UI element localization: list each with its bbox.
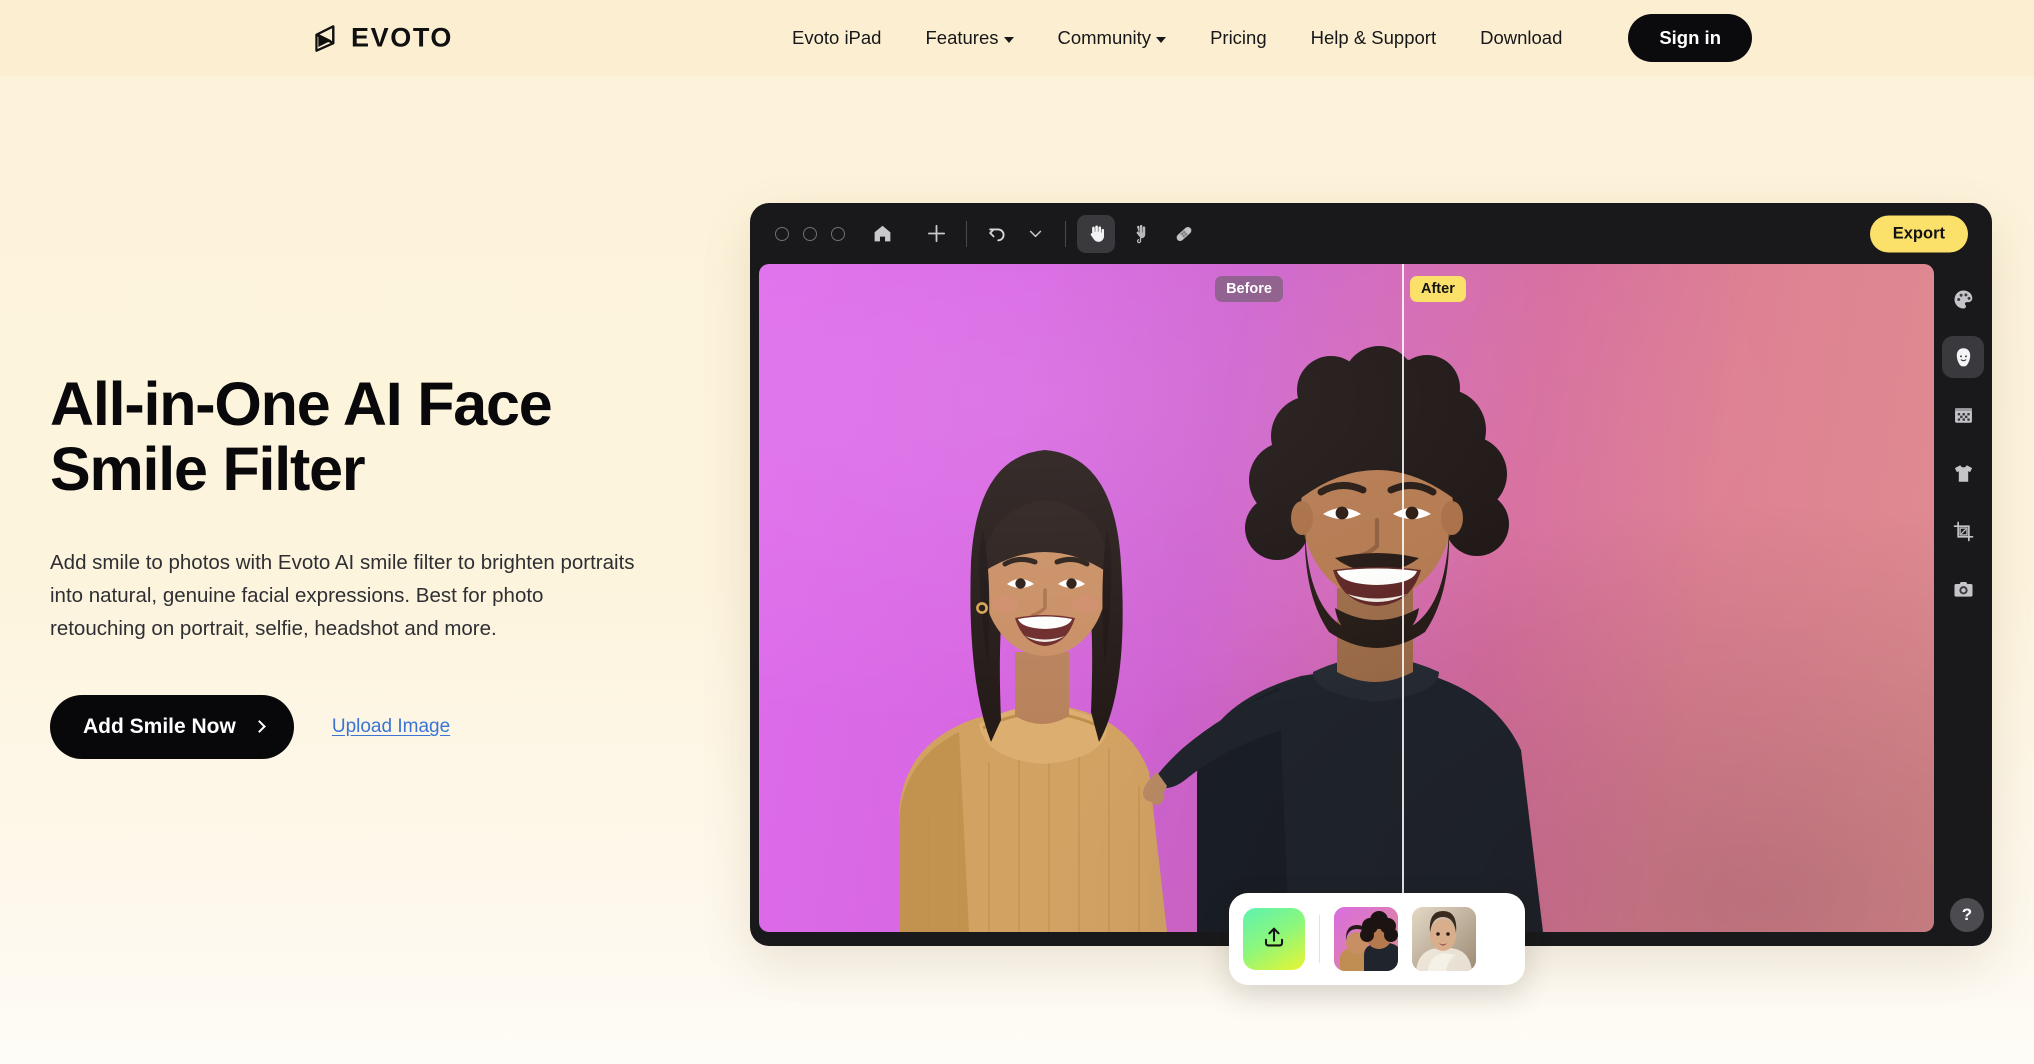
after-badge: After bbox=[1410, 276, 1466, 302]
image-picker-panel bbox=[1229, 893, 1525, 985]
upload-arrow-icon bbox=[1261, 924, 1287, 955]
texture-icon[interactable] bbox=[1942, 394, 1984, 436]
nav-label: Community bbox=[1057, 27, 1152, 48]
photo-canvas[interactable]: Before After bbox=[759, 264, 1934, 932]
brand-logo[interactable]: EVOTO bbox=[308, 23, 453, 54]
hand-tool-icon[interactable] bbox=[1077, 214, 1115, 253]
window-dot-minimize[interactable] bbox=[803, 226, 817, 241]
before-badge: Before bbox=[1215, 276, 1283, 302]
nav-item-features[interactable]: Features bbox=[903, 19, 1035, 57]
brand-name: EVOTO bbox=[351, 22, 454, 53]
hero-description: Add smile to photos with Evoto AI smile … bbox=[50, 550, 635, 640]
window-dot-maximize[interactable] bbox=[831, 226, 845, 241]
window-controls bbox=[775, 226, 845, 241]
upload-image-link[interactable]: Upload Image bbox=[332, 716, 450, 738]
camera-icon[interactable] bbox=[1942, 568, 1984, 610]
nav-item-community[interactable]: Community bbox=[1036, 19, 1189, 57]
portrait-figure-man bbox=[1143, 346, 1543, 932]
toolbar-divider bbox=[966, 220, 967, 247]
main-navigation: Evoto iPad Features Community Pricing He… bbox=[770, 19, 1584, 57]
before-after-divider[interactable] bbox=[1402, 264, 1404, 932]
smudge-tool-icon[interactable] bbox=[1121, 215, 1159, 253]
evoto-diamond-logo-icon bbox=[308, 23, 338, 53]
site-header: EVOTO Evoto iPad Features Community Pric… bbox=[0, 0, 2034, 76]
window-dot-close[interactable] bbox=[775, 226, 789, 241]
chevron-down-icon bbox=[1003, 36, 1014, 43]
panel-divider bbox=[1319, 915, 1320, 963]
chevron-right-icon bbox=[252, 720, 266, 734]
add-smile-now-button[interactable]: Add Smile Now bbox=[50, 695, 294, 760]
help-button[interactable]: ? bbox=[1950, 898, 1984, 932]
nav-label: Evoto iPad bbox=[792, 27, 882, 48]
toolbar-divider bbox=[1065, 220, 1066, 247]
upload-image-button[interactable] bbox=[1243, 908, 1305, 970]
nav-label: Pricing bbox=[1210, 27, 1267, 48]
export-button[interactable]: Export bbox=[1869, 215, 1968, 252]
editor-side-rail bbox=[1934, 264, 1992, 946]
app-window-mockup: Export Before After ? bbox=[750, 203, 1992, 946]
chevron-down-icon bbox=[1156, 36, 1167, 43]
hero-section: All-in-One AI Face Smile Filter Add smil… bbox=[50, 370, 690, 760]
nav-item-download[interactable]: Download bbox=[1458, 19, 1584, 57]
cta-primary-label: Add Smile Now bbox=[83, 715, 236, 739]
color-palette-icon[interactable] bbox=[1942, 278, 1984, 320]
nav-label: Help & Support bbox=[1310, 27, 1437, 48]
healing-tool-icon[interactable] bbox=[1165, 215, 1203, 253]
hero-title-line-2: Smile Filter bbox=[50, 435, 366, 504]
app-toolbar: Export bbox=[750, 203, 1992, 264]
nav-item-pricing[interactable]: Pricing bbox=[1188, 19, 1289, 57]
face-retouch-icon[interactable] bbox=[1942, 336, 1984, 378]
thumbnail-bride-portrait[interactable] bbox=[1412, 907, 1476, 971]
sign-in-button[interactable]: Sign in bbox=[1628, 14, 1752, 62]
add-icon[interactable] bbox=[917, 215, 955, 253]
home-icon[interactable] bbox=[863, 215, 901, 253]
page-title: All-in-One AI Face Smile Filter bbox=[50, 370, 690, 504]
nav-label: Download bbox=[1480, 27, 1563, 48]
nav-item-evoto-ipad[interactable]: Evoto iPad bbox=[770, 19, 903, 57]
undo-icon[interactable] bbox=[978, 215, 1016, 253]
hero-title-line-1: All-in-One AI Face bbox=[50, 370, 553, 438]
thumbnail-couple-portrait[interactable] bbox=[1334, 907, 1398, 971]
clothing-icon[interactable] bbox=[1942, 452, 1984, 494]
chevron-down-icon[interactable] bbox=[1016, 215, 1054, 253]
crop-icon[interactable] bbox=[1942, 510, 1984, 552]
hero-actions: Add Smile Now Upload Image bbox=[50, 695, 690, 760]
nav-label: Features bbox=[925, 27, 999, 48]
nav-item-help-support[interactable]: Help & Support bbox=[1289, 19, 1458, 57]
